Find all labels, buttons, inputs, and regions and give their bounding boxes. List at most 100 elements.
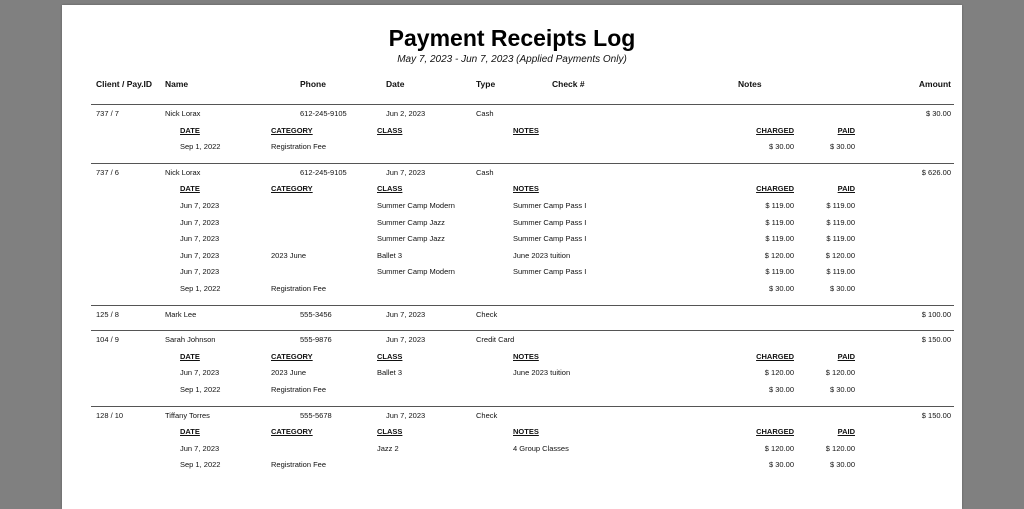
payment-name: Mark Lee <box>165 309 197 319</box>
detail-header-date: DATE <box>180 427 200 437</box>
detail-date: Sep 1, 2022 <box>180 460 221 470</box>
detail-date: Jun 7, 2023 <box>180 267 220 277</box>
detail-header-charged: CHARGED <box>756 351 794 361</box>
col-header-name: Name <box>165 79 189 89</box>
detail-header-category: CATEGORY <box>271 184 313 194</box>
payment-type: Check <box>476 410 498 420</box>
detail-date: Jun 7, 2023 <box>180 234 220 244</box>
payment-name: Nick Lorax <box>165 109 201 118</box>
detail-header-charged: CHARGED <box>756 184 794 194</box>
payment-date: Jun 2, 2023 <box>386 109 426 118</box>
detail-date: Sep 1, 2022 <box>180 142 221 152</box>
payment-client: 737 / 7 <box>96 109 119 118</box>
detail-header-notes: NOTES <box>513 351 539 361</box>
detail-charged: $ 30.00 <box>768 284 794 293</box>
payment-phone: 555-5678 <box>300 410 332 420</box>
col-header-client: Client / Pay.ID <box>96 79 153 89</box>
detail-charged: $ 120.00 <box>764 368 794 378</box>
detail-category: Registration Fee <box>271 385 327 394</box>
detail-charged: $ 119.00 <box>765 201 794 210</box>
detail-notes: June 2023 tuition <box>513 250 571 260</box>
detail-class: Summer Camp Modern <box>377 267 455 277</box>
detail-notes: June 2023 tuition <box>513 368 571 378</box>
detail-class: Summer Camp Modern <box>377 201 455 210</box>
detail-class: Jazz 2 <box>377 443 399 453</box>
detail-header-paid: PAID <box>837 351 855 361</box>
detail-paid: $ 30.00 <box>829 460 855 470</box>
detail-notes: Summer Camp Pass I <box>513 267 587 277</box>
col-header-amount: Amount <box>918 79 951 89</box>
payment-date: Jun 7, 2023 <box>386 410 426 420</box>
detail-date: Jun 7, 2023 <box>180 250 220 260</box>
detail-header-paid: PAID <box>837 125 855 135</box>
detail-charged: $ 30.00 <box>768 460 794 470</box>
detail-category: 2023 June <box>271 250 307 260</box>
detail-paid: $ 120.00 <box>825 368 855 378</box>
detail-notes: 4 Group Classes <box>513 443 569 453</box>
report-page: Payment Receipts Log May 7, 2023 - Jun 7… <box>62 5 962 509</box>
payment-amount: $ 626.00 <box>921 167 951 177</box>
payment-phone: 555-3456 <box>300 309 332 319</box>
detail-charged: $ 30.00 <box>768 142 794 152</box>
detail-header-category: CATEGORY <box>271 125 313 135</box>
detail-notes: Summer Camp Pass I <box>513 201 587 210</box>
payment-date: Jun 7, 2023 <box>386 167 426 177</box>
payment-phone: 612-245-9105 <box>300 167 347 177</box>
detail-header-date: DATE <box>180 125 200 135</box>
payment-type: Cash <box>476 167 494 177</box>
payment-name: Sarah Johnson <box>165 335 216 345</box>
payment-client: 737 / 6 <box>96 167 119 177</box>
row-divider <box>91 304 954 306</box>
detail-charged: $ 120.00 <box>764 250 794 260</box>
detail-header-charged: CHARGED <box>756 427 794 437</box>
detail-class: Ballet 3 <box>377 250 403 260</box>
col-header-check: Check # <box>552 79 585 89</box>
detail-category: Registration Fee <box>271 460 327 470</box>
detail-paid: $ 119.00 <box>826 267 855 277</box>
detail-charged: $ 119.00 <box>765 267 794 277</box>
detail-date: Jun 7, 2023 <box>180 217 220 227</box>
detail-class: Ballet 3 <box>377 368 403 378</box>
detail-header-notes: NOTES <box>513 184 539 194</box>
detail-date: Sep 1, 2022 <box>180 385 221 394</box>
detail-charged: $ 119.00 <box>765 217 794 227</box>
detail-paid: $ 119.00 <box>826 201 855 210</box>
detail-header-class: CLASS <box>377 125 403 135</box>
payment-phone: 612-245-9105 <box>300 109 347 118</box>
detail-notes: Summer Camp Pass I <box>513 234 587 244</box>
detail-paid: $ 119.00 <box>826 217 855 227</box>
payment-client: 104 / 9 <box>96 335 119 345</box>
report-subtitle: May 7, 2023 - Jun 7, 2023 (Applied Payme… <box>397 54 627 65</box>
detail-header-date: DATE <box>180 184 200 194</box>
detail-date: Jun 7, 2023 <box>180 443 220 453</box>
payment-date: Jun 7, 2023 <box>386 335 426 345</box>
payment-name: Tiffany Torres <box>165 410 210 420</box>
row-divider <box>91 162 954 164</box>
col-header-phone: Phone <box>300 79 326 89</box>
detail-date: Sep 1, 2022 <box>180 284 221 293</box>
detail-paid: $ 119.00 <box>826 234 855 244</box>
payment-date: Jun 7, 2023 <box>386 309 426 319</box>
payment-amount: $ 150.00 <box>921 410 951 420</box>
payment-client: 125 / 8 <box>96 309 119 319</box>
payment-amount: $ 30.00 <box>925 109 951 118</box>
col-header-date: Date <box>386 79 405 89</box>
row-divider <box>91 330 954 332</box>
detail-category: Registration Fee <box>271 142 327 152</box>
report-title: Payment Receipts Log <box>388 25 636 51</box>
row-divider <box>91 104 954 105</box>
detail-header-class: CLASS <box>377 184 403 194</box>
detail-paid: $ 120.00 <box>825 250 855 260</box>
payment-name: Nick Lorax <box>165 167 201 177</box>
detail-header-notes: NOTES <box>513 427 539 437</box>
detail-header-class: CLASS <box>377 351 403 361</box>
col-header-notes: Notes <box>738 79 762 89</box>
payment-amount: $ 150.00 <box>921 335 951 345</box>
detail-paid: $ 30.00 <box>829 284 855 293</box>
detail-date: Jun 7, 2023 <box>180 368 220 378</box>
detail-header-category: CATEGORY <box>271 351 313 361</box>
col-header-type: Type <box>476 79 496 89</box>
detail-class: Summer Camp Jazz <box>377 234 445 244</box>
detail-class: Summer Camp Jazz <box>377 217 445 227</box>
payment-phone: 555-9876 <box>300 335 332 345</box>
